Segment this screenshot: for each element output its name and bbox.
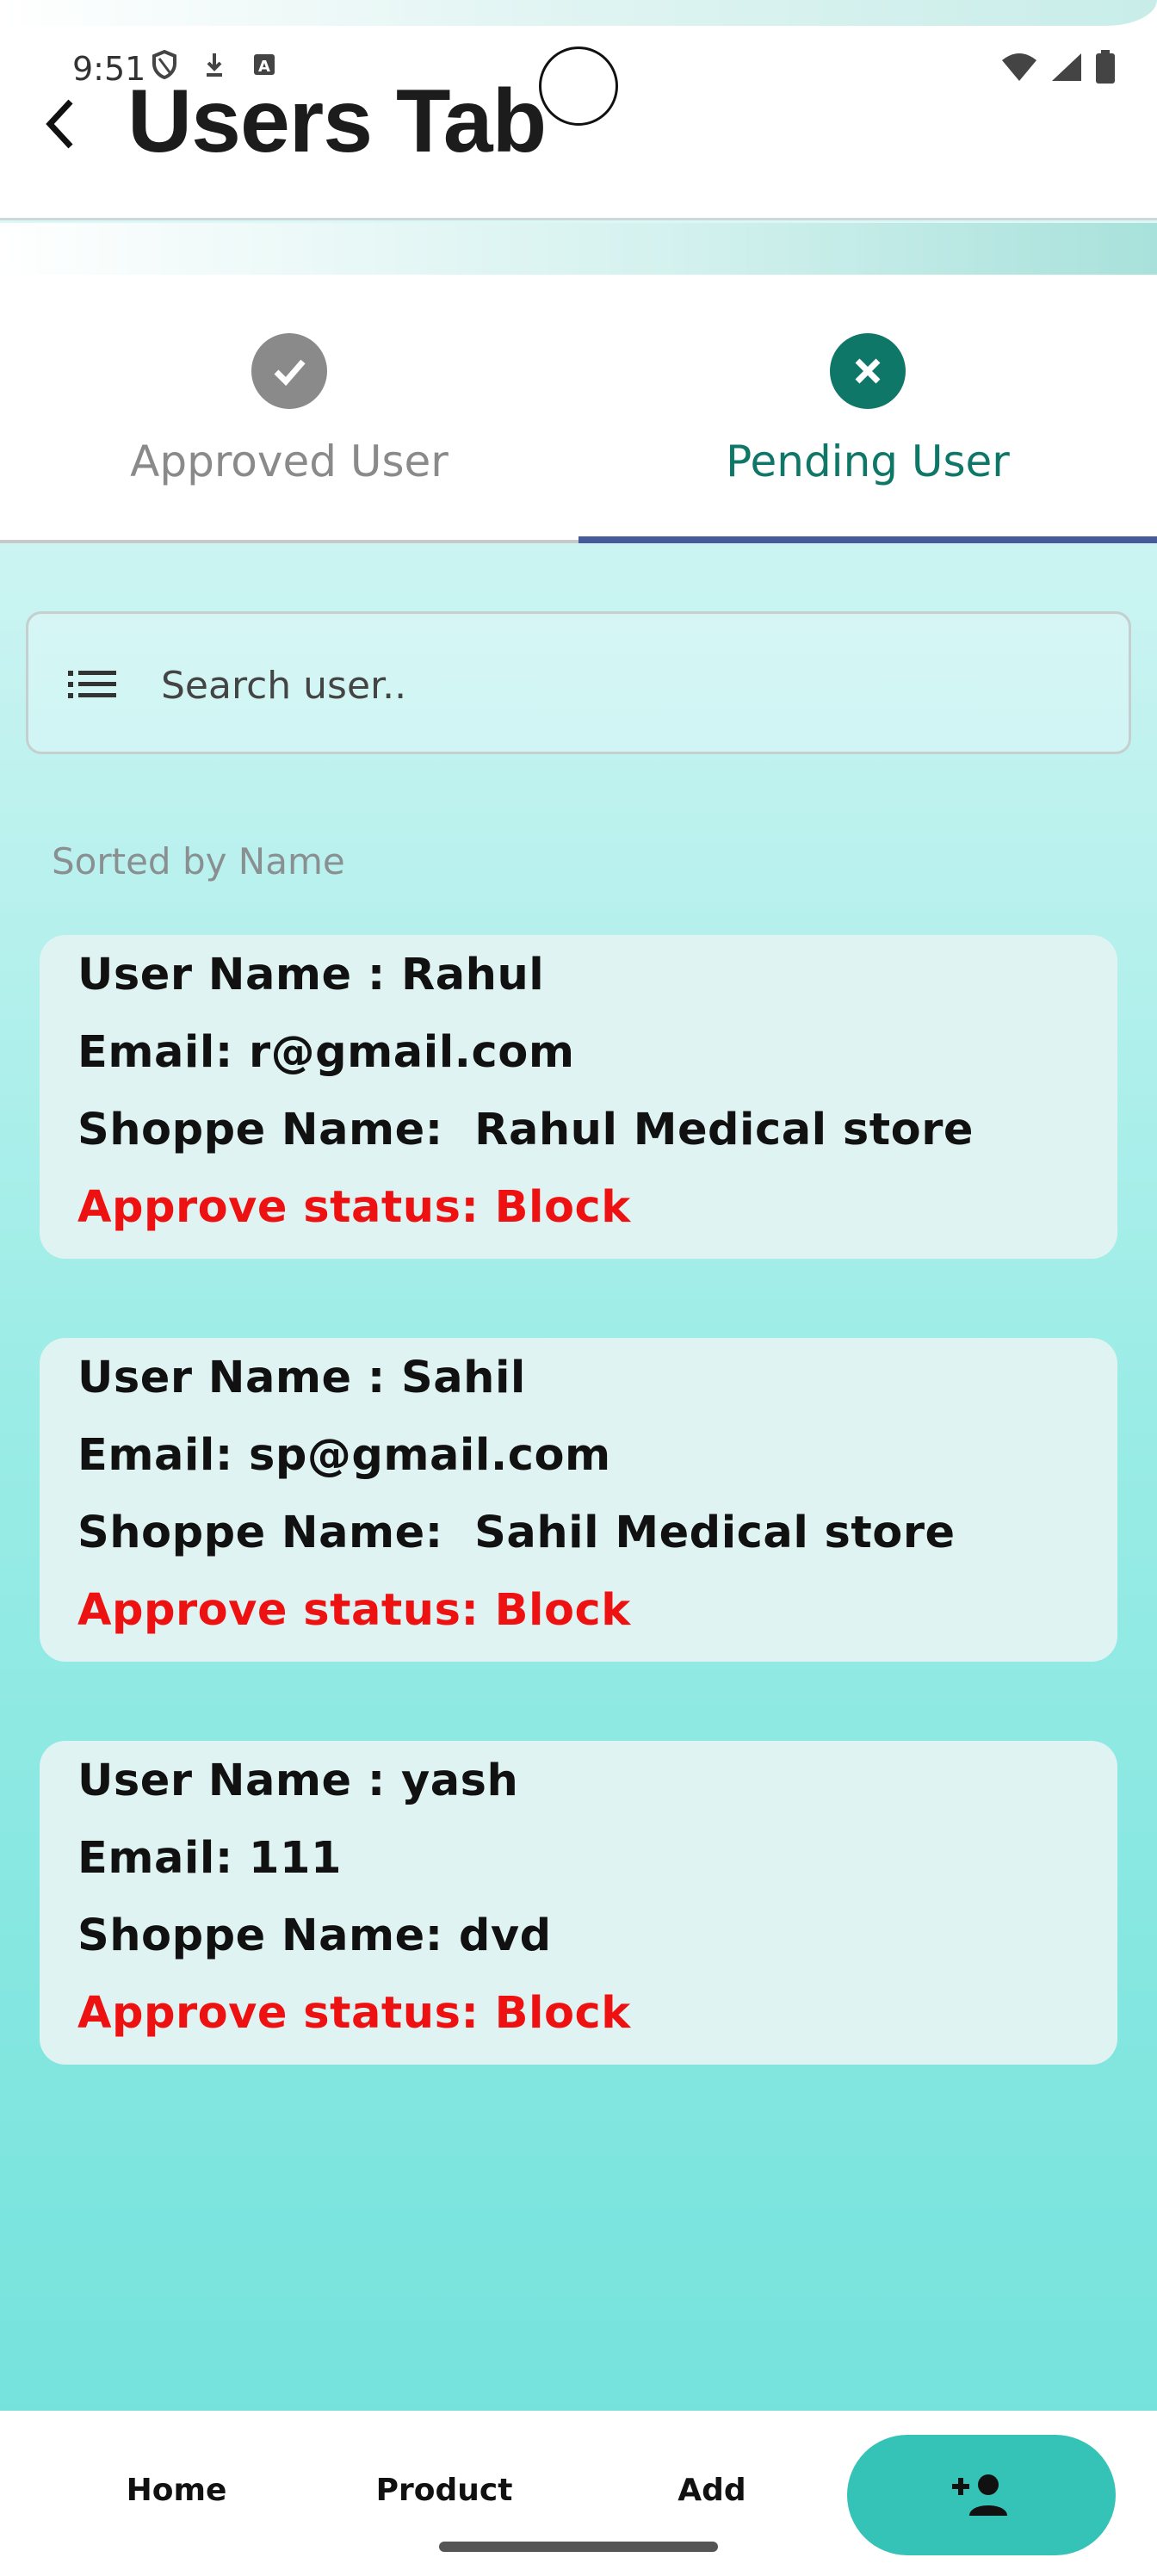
status-system-icons (1000, 50, 1116, 89)
user-approve-status: Approve status: Block (77, 1988, 631, 2039)
user-shop-name: Shoppe Name: Sahil Medical store (77, 1508, 956, 1558)
nav-home[interactable]: Home (112, 2473, 241, 2508)
wifi-icon (1000, 52, 1038, 87)
tab-pending-user[interactable]: Pending User (578, 275, 1157, 543)
list-icon[interactable] (66, 666, 118, 703)
user-name: User Name : Rahul (77, 950, 545, 1000)
add-user-button[interactable] (847, 2435, 1116, 2555)
user-card[interactable]: User Name : Rahul Email: r@gmail.com Sho… (40, 935, 1117, 1259)
sort-label: Sorted by Name (52, 840, 345, 882)
tab-approved-label: Approved User (130, 437, 449, 486)
check-circle-icon (251, 333, 327, 409)
user-email: Email: r@gmail.com (77, 1027, 575, 1078)
camera-cutout (539, 46, 618, 126)
tab-approved-user[interactable]: Approved User (0, 275, 578, 543)
back-arrow-icon (46, 99, 73, 149)
home-indicator (439, 2542, 718, 2552)
tab-approved-underline (0, 540, 578, 543)
battery-icon (1095, 50, 1116, 89)
close-circle-icon (830, 333, 906, 409)
user-name: User Name : yash (77, 1756, 519, 1806)
nav-product[interactable]: Product (370, 2473, 518, 2508)
search-input[interactable] (161, 648, 1091, 722)
user-approve-status: Approve status: Block (77, 1182, 631, 1233)
nav-add[interactable]: Add (663, 2473, 761, 2508)
tab-pending-label: Pending User (726, 437, 1010, 486)
gradient-band (0, 223, 1157, 275)
page-title: Users Tab (127, 71, 547, 171)
user-shop-name: Shoppe Name: Rahul Medical store (77, 1105, 974, 1155)
user-approve-status: Approve status: Block (77, 1585, 631, 1636)
user-email: Email: sp@gmail.com (77, 1430, 611, 1481)
add-user-icon (952, 2474, 1007, 2516)
user-shop-name: Shoppe Name: dvd (77, 1910, 552, 1961)
signal-icon (1050, 52, 1083, 87)
user-card[interactable]: User Name : Sahil Email: sp@gmail.com Sh… (40, 1338, 1117, 1662)
user-name: User Name : Sahil (77, 1353, 526, 1403)
top-wave-decoration (0, 0, 1157, 26)
user-card[interactable]: User Name : yash Email: 111 Shoppe Name:… (40, 1741, 1117, 2065)
back-button[interactable] (34, 90, 83, 158)
tab-pending-underline (578, 536, 1157, 543)
search-box (26, 611, 1131, 754)
app-bar: 9:51 A Users Tab (0, 0, 1157, 220)
tab-bar: Approved User Pending User (0, 275, 1157, 543)
user-email: Email: 111 (77, 1833, 342, 1884)
